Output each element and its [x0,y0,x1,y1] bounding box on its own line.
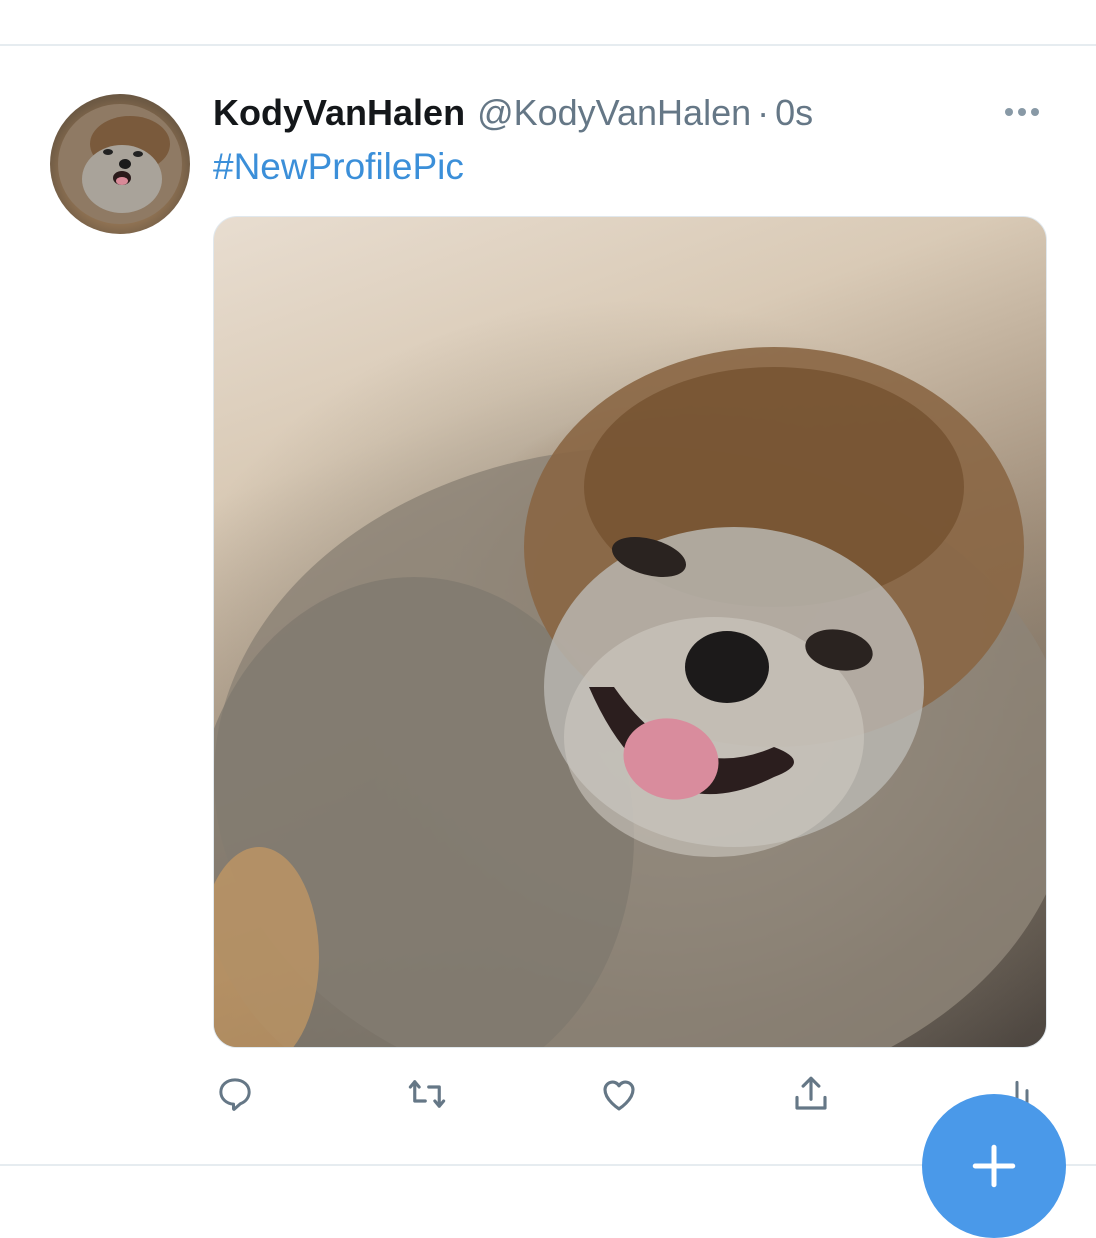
retweet-icon [408,1080,446,1108]
dog-photo [214,347,1046,1047]
tweet[interactable]: KodyVanHalen @KodyVanHalen · 0s #NewProf… [0,46,1096,1164]
like-icon [603,1080,635,1111]
more-button[interactable] [996,94,1048,130]
compose-tweet-button[interactable] [922,1094,1066,1238]
avatar-dog-image [58,104,182,224]
tweet-header: KodyVanHalen @KodyVanHalen · 0s [213,92,813,134]
display-name[interactable]: KodyVanHalen [213,92,465,134]
reply-button[interactable] [209,1068,261,1120]
share-icon [795,1076,827,1110]
tweet-media-image[interactable] [213,216,1047,1048]
tweet-actions [213,1068,1045,1120]
retweet-button[interactable] [401,1068,453,1120]
avatar[interactable] [50,94,190,234]
like-button[interactable] [593,1068,645,1120]
hashtag-link[interactable]: #NewProfilePic [213,146,464,188]
more-icon-dot [1031,108,1039,116]
reply-icon [219,1078,251,1111]
share-button[interactable] [785,1068,837,1120]
timestamp[interactable]: 0s [775,92,813,134]
separator-dot: · [757,92,770,133]
user-handle[interactable]: @KodyVanHalen [477,92,751,134]
more-icon-dot [1018,108,1026,116]
more-icon-dot [1005,108,1013,116]
plus-icon [972,1144,1016,1188]
